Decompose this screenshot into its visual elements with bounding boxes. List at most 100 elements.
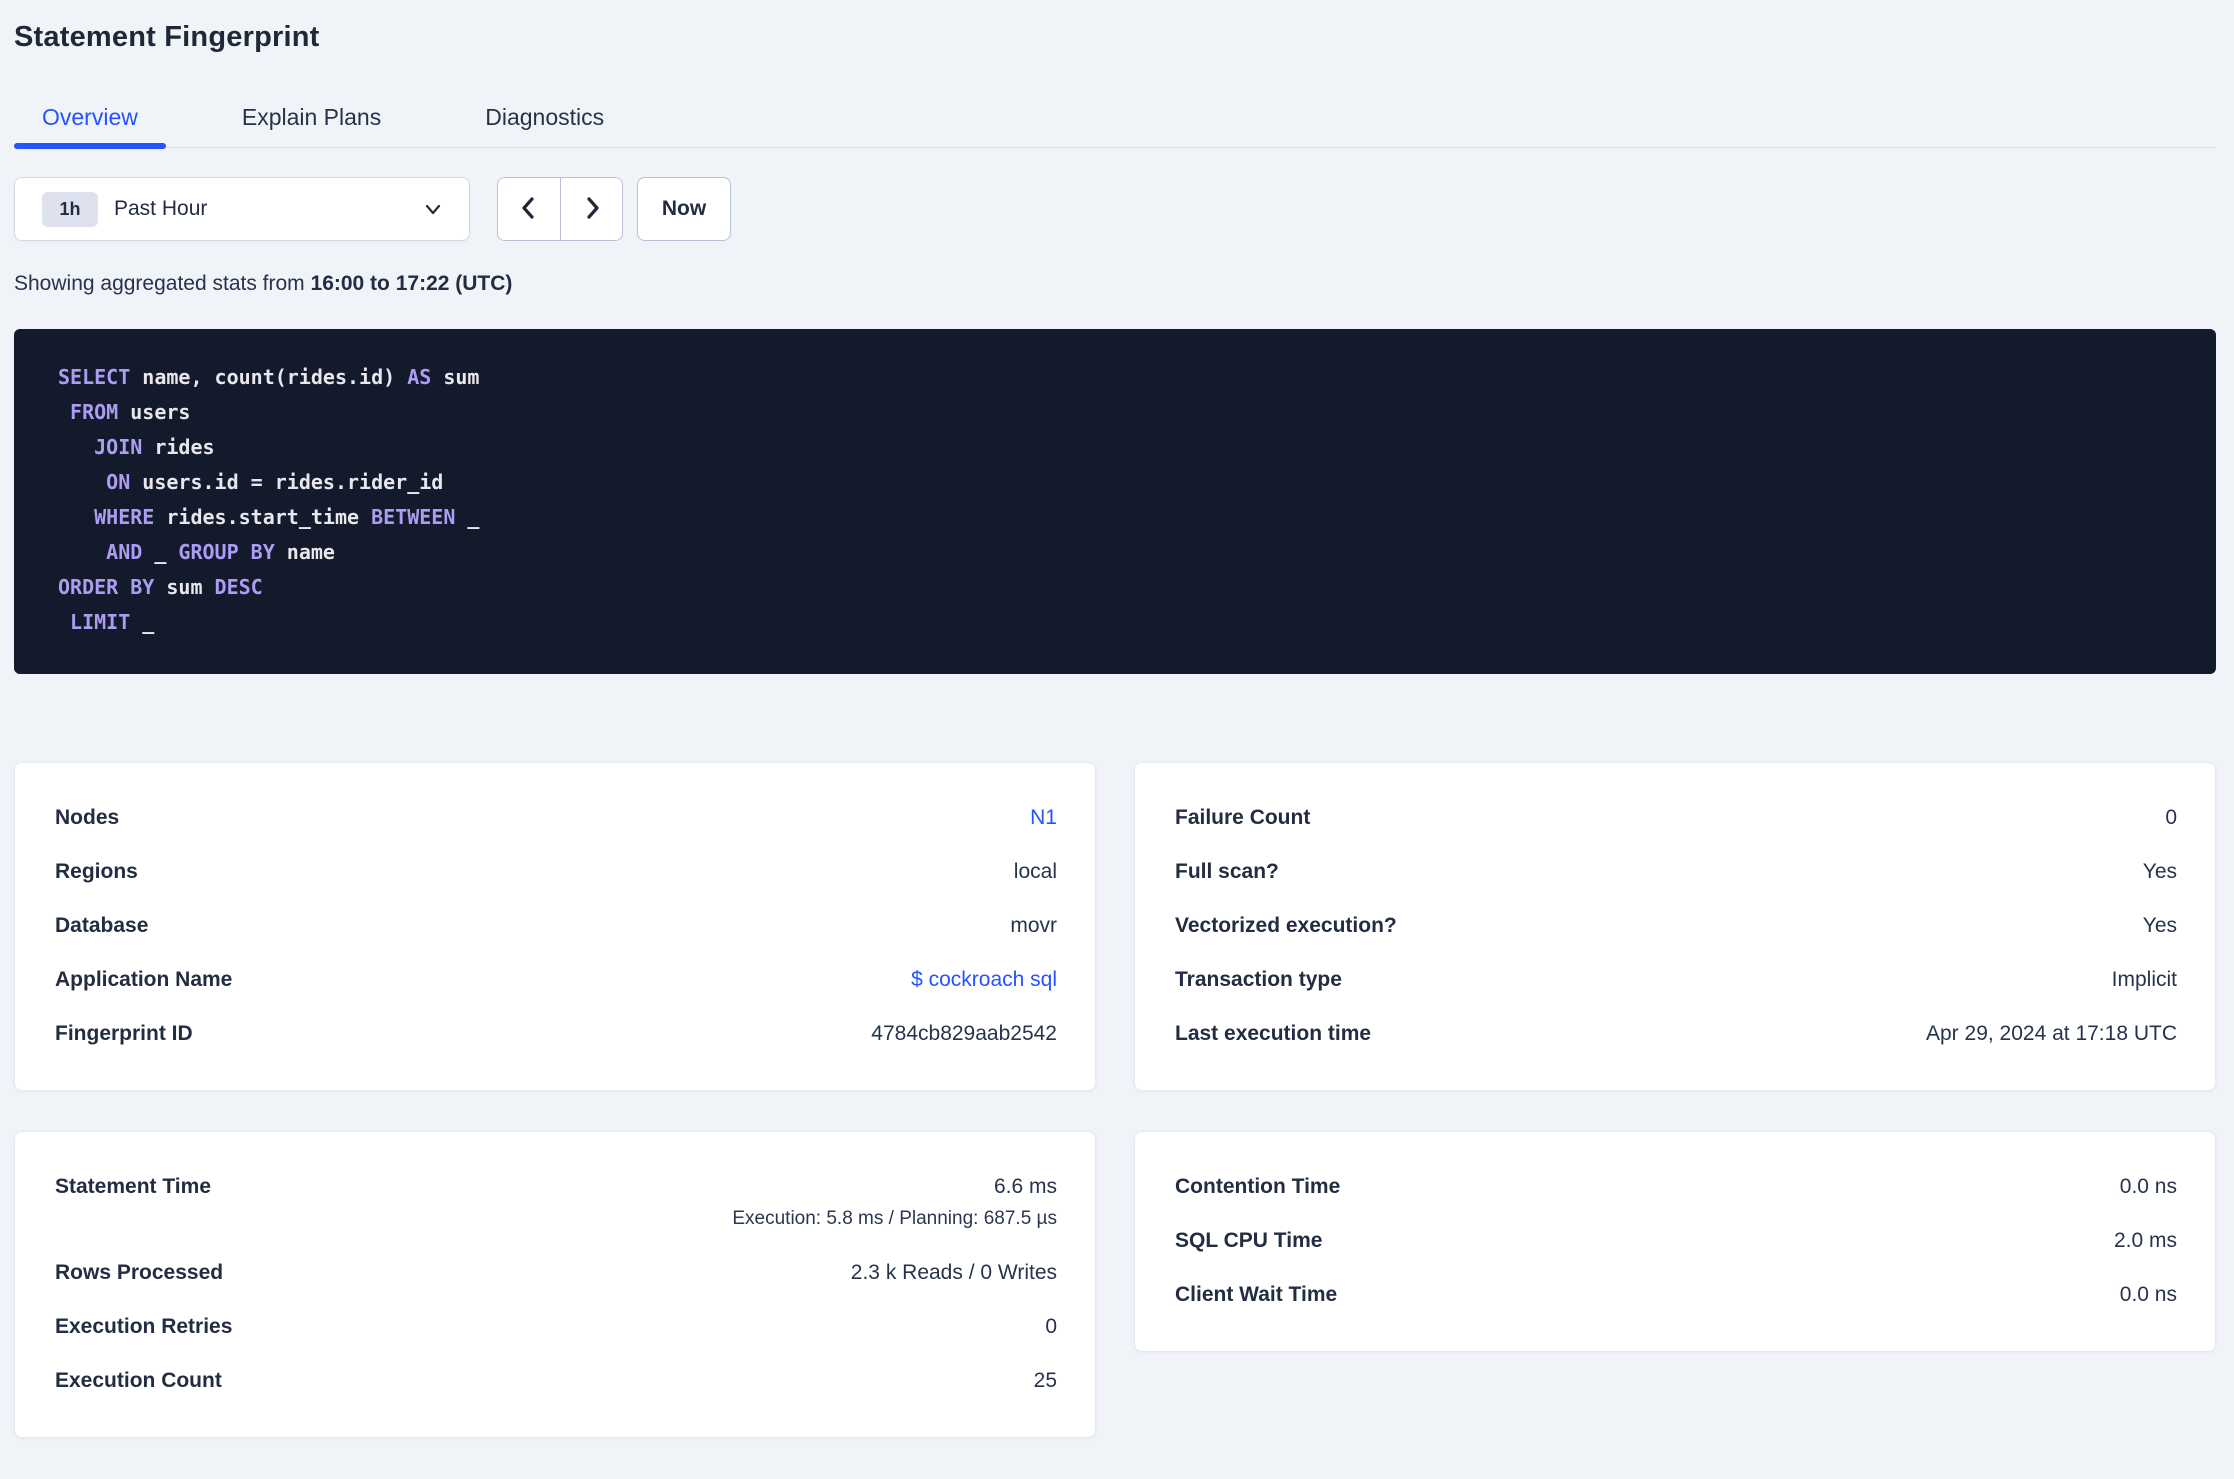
stat-label: Rows Processed [55, 1261, 224, 1284]
next-time-button[interactable] [560, 178, 622, 240]
sql-keyword: SELECT [58, 365, 131, 389]
stat-label: Execution Retries [55, 1315, 233, 1338]
stat-value-text: 2.3 k Reads / 0 Writes [850, 1261, 1057, 1284]
stat-row: Nodes N1 [55, 806, 1057, 830]
stats-time-range: 16:00 to 17:22 (UTC) [310, 272, 513, 295]
sql-text: name, count(rides.id) [130, 365, 408, 389]
sql-keyword: JOIN [94, 435, 143, 459]
stat-value: 2.3 k Reads / 0 Writes [851, 1261, 1057, 1285]
stat-value: 25 [1034, 1369, 1057, 1393]
sql-keyword: LIMIT [70, 610, 131, 634]
stat-row: Vectorized execution? Yes [1175, 914, 2177, 938]
sql-text: _ [142, 540, 179, 564]
stat-row: Full scan? Yes [1175, 860, 2177, 884]
stat-label: Nodes [55, 806, 120, 829]
sql-keyword: GROUP BY [178, 540, 275, 564]
sql-line: SELECT name, count(rides.id) AS sum [58, 360, 2172, 395]
stat-row: SQL CPU Time 2.0 ms [1175, 1229, 2177, 1253]
previous-time-button[interactable] [498, 178, 560, 240]
statement-details-card: Nodes N1 Regions local Database movr Applicati… [14, 762, 1096, 1091]
stat-value-link[interactable]: $ cockroach sql [911, 968, 1057, 992]
stat-label: Database [55, 914, 149, 937]
tab-diagnostics[interactable]: Diagnostics [457, 86, 632, 148]
stats-line-prefix: Showing aggregated stats from [14, 272, 311, 295]
stat-row: Last execution time Apr 29, 2024 at 17:18… [1175, 1022, 2177, 1046]
stat-label: Last execution time [1175, 1022, 1372, 1045]
stat-row: Contention Time 0.0 ns [1175, 1175, 2177, 1199]
stat-value-text: Implicit [2111, 968, 2177, 991]
statement-performance-card: Statement Time 6.6 ms Execution: 5.8 ms / … [14, 1131, 1096, 1438]
stat-row: Client Wait Time 0.0 ns [1175, 1283, 2177, 1307]
sql-line: WHERE rides.start_time BETWEEN _ [58, 500, 2172, 535]
stat-label: Full scan? [1175, 860, 1279, 883]
sql-text: _ [130, 610, 155, 634]
stat-row: Database movr [55, 914, 1057, 938]
stat-row: Rows Processed 2.3 k Reads / 0 Writes [55, 1261, 1057, 1285]
stat-value-text: 0 [2165, 806, 2177, 829]
sql-keyword: BETWEEN [371, 505, 456, 529]
time-range-select[interactable]: 1h Past Hour [14, 177, 470, 241]
stat-value: 2.0 ms [2114, 1229, 2177, 1253]
sql-text: rides [142, 435, 215, 459]
active-tab-indicator [14, 143, 166, 149]
stat-value: Yes [2143, 860, 2177, 884]
sql-keyword: ON [106, 470, 131, 494]
stat-label: Application Name [55, 968, 233, 991]
sql-keyword: ORDER BY [58, 575, 155, 599]
stat-row: Statement Time 6.6 ms Execution: 5.8 ms / … [55, 1175, 1057, 1231]
stat-value: $ cockroach sql [911, 968, 1057, 992]
stat-label: Client Wait Time [1175, 1283, 1338, 1306]
sql-line: FROM users [58, 395, 2172, 430]
stat-row: Application Name $ cockroach sql [55, 968, 1057, 992]
stat-label: Contention Time [1175, 1175, 1341, 1198]
chevron-down-icon [422, 198, 444, 220]
stat-value-text: 0 [1045, 1315, 1057, 1338]
chevron-right-icon [580, 195, 604, 224]
stat-value: 0 [1045, 1315, 1057, 1339]
tab-explain-plans[interactable]: Explain Plans [214, 86, 409, 148]
timing-breakdown-card: Contention Time 0.0 ns SQL CPU Time 2.0 ms C… [1134, 1131, 2216, 1352]
sql-line: JOIN rides [58, 430, 2172, 465]
stat-label: Failure Count [1175, 806, 1311, 829]
sql-line: ON users.id = rides.rider_id [58, 465, 2172, 500]
execution-attributes-card: Failure Count 0 Full scan? Yes Vectorized ex… [1134, 762, 2216, 1091]
stat-value-text: 2.0 ms [2113, 1229, 2177, 1252]
summary-cards: Nodes N1 Regions local Database movr Applicati… [14, 762, 2216, 1438]
stat-value: 0.0 ns [2120, 1175, 2177, 1199]
stat-value-text: 0.0 ns [2119, 1283, 2177, 1306]
stat-value: Yes [2143, 914, 2177, 938]
now-button[interactable]: Now [637, 177, 731, 241]
chevron-left-icon [517, 195, 541, 224]
sql-text: sum [154, 575, 215, 599]
sql-statement-box: SELECT name, count(rides.id) AS sum FROM… [14, 329, 2216, 674]
stat-label: SQL CPU Time [1175, 1229, 1323, 1252]
sql-keyword: AS [407, 365, 432, 389]
stat-label: Statement Time [55, 1175, 211, 1198]
sql-text: name [274, 540, 335, 564]
stat-value-text: 0.0 ns [2119, 1175, 2177, 1198]
stat-value-text: movr [1010, 914, 1057, 937]
stat-label: Vectorized execution? [1175, 914, 1397, 937]
sql-keyword: WHERE [94, 505, 155, 529]
sql-line: AND _ GROUP BY name [58, 535, 2172, 570]
stat-label: Execution Count [55, 1369, 222, 1392]
sql-text: _ [455, 505, 480, 529]
statement-fingerprint-page: Statement Fingerprint Overview Explain P… [0, 21, 2234, 1438]
sql-text: rides.start_time [154, 505, 372, 529]
stat-value: 6.6 ms Execution: 5.8 ms / Planning: 687.… [732, 1175, 1057, 1231]
time-interval-badge: 1h [42, 191, 98, 227]
stat-value-link[interactable]: N1 [1030, 806, 1057, 830]
tab-overview[interactable]: Overview [14, 86, 166, 149]
time-toolbar: 1h Past Hour Now [14, 177, 2216, 241]
tab-explain-plans-label: Explain Plans [241, 104, 382, 130]
stat-value-text: 4784cb829aab2542 [871, 1022, 1057, 1045]
stat-value-text: Yes [2142, 860, 2177, 883]
stat-value-text: Yes [2142, 914, 2177, 937]
sql-keyword: DESC [214, 575, 263, 599]
sql-keyword: FROM [70, 400, 119, 424]
sql-text: sum [431, 365, 480, 389]
stat-value: 0.0 ns [2120, 1283, 2177, 1307]
